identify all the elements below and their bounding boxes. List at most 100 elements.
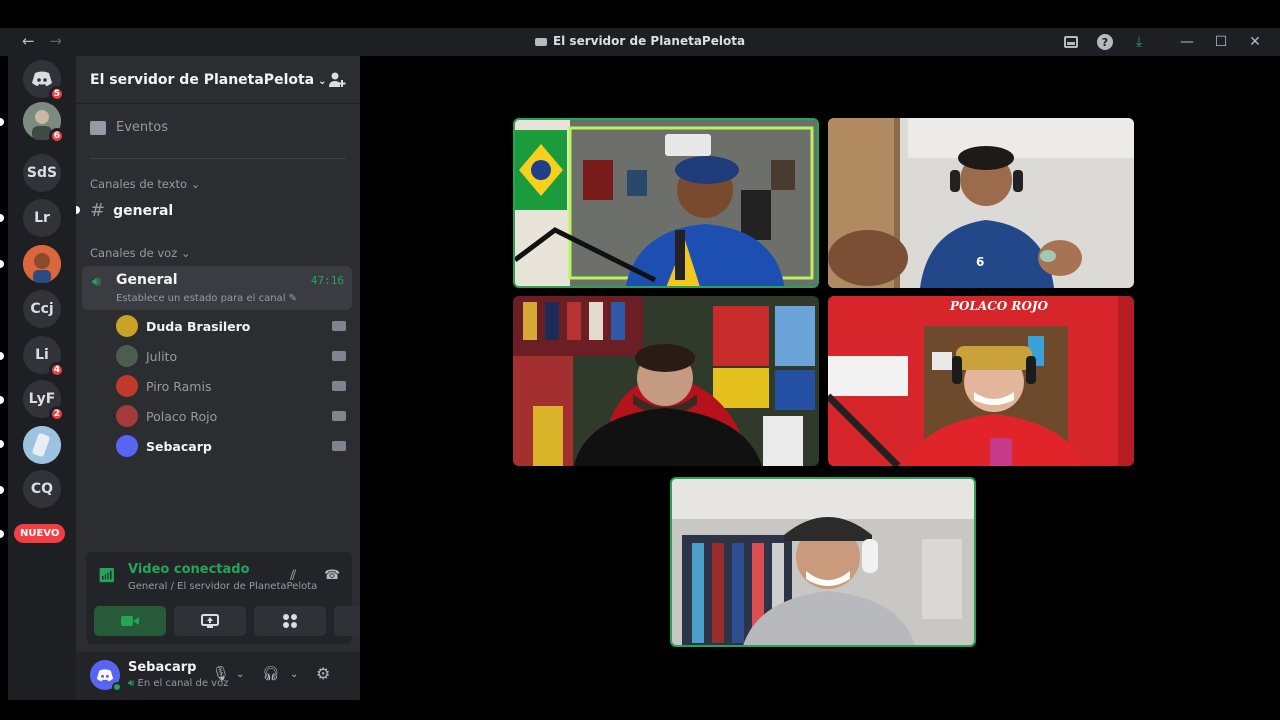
avatar [116, 375, 138, 397]
server-icon-cq[interactable]: CQ [23, 470, 61, 508]
member-name: Julito [146, 348, 178, 364]
unread-badge: 6 [48, 128, 65, 144]
video-tile-polaco-rojo[interactable]: POLACO ROJO [828, 296, 1134, 466]
svg-text:6: 6 [976, 255, 984, 269]
events-label: Eventos [116, 120, 168, 135]
video-feed [672, 479, 974, 645]
invite-people-icon[interactable] [328, 71, 346, 89]
voice-channel-general[interactable]: 🔊︎ General 47:16 Establece un estado par… [82, 266, 352, 310]
camera-icon [121, 616, 139, 626]
discord-logo-icon [96, 668, 114, 681]
channel-general-text[interactable]: # general [90, 200, 173, 221]
video-tile-piro-ramis[interactable] [513, 296, 819, 466]
connection-title[interactable]: Video conectado [128, 562, 250, 577]
camera-button[interactable] [94, 606, 166, 636]
member-name: Polaco Rojo [146, 408, 218, 424]
discord-logo-icon [32, 71, 52, 86]
calendar-icon [90, 120, 106, 135]
voice-channel-icon [534, 37, 547, 46]
headphones-button[interactable]: 🎧︎ [262, 666, 280, 682]
unread-pip [0, 214, 4, 222]
user-name[interactable]: Sebacarp [128, 660, 196, 675]
video-tile-duda-brasilero[interactable] [513, 118, 819, 288]
window-controls: ? ⤓ — ☐ ✕ [1054, 31, 1272, 53]
guild-header[interactable]: El servidor de PlanetaPelota ⌄ [76, 56, 360, 104]
member-name: Piro Ramis [146, 378, 212, 394]
server-icon-1[interactable]: 6 [23, 102, 65, 144]
video-stage: 6 POLACO ROJO [360, 56, 1280, 700]
unread-badge: 4 [48, 362, 65, 378]
download-button[interactable]: ⤓ [1122, 31, 1156, 53]
banner-label: POLACO ROJO [949, 299, 1049, 313]
unread-pip [0, 530, 4, 538]
user-panel: Sebacarp 🔊︎ En el canal de voz 🎙︎ ⌄ 🎧︎ ⌄… [76, 652, 360, 700]
hash-icon: # [90, 200, 106, 221]
screen-share-button[interactable] [174, 606, 246, 636]
chevron-down-icon: ⌄ [318, 75, 327, 87]
voice-member[interactable]: Julito [116, 343, 346, 369]
server-icon-9[interactable] [23, 426, 61, 464]
text-channels-category[interactable]: Canales de texto ⌄ [90, 177, 200, 191]
online-status-icon [112, 682, 122, 692]
activities-icon [283, 614, 297, 628]
member-name: Duda Brasilero [146, 318, 251, 334]
server-icon-ccj[interactable]: Ccj [23, 290, 61, 328]
window-title-text: El servidor de PlanetaPelota [552, 34, 746, 48]
settings-gear-icon[interactable]: ⚙︎ [316, 664, 330, 683]
screen-share-icon [201, 614, 219, 628]
channel-status[interactable]: Establece un estado para el canal ✎ [116, 293, 297, 304]
disconnect-icon[interactable]: ☎ [324, 568, 340, 583]
maximize-button[interactable]: ☐ [1204, 31, 1238, 53]
new-badge[interactable]: NUEVO [14, 524, 66, 543]
pencil-icon: ✎ [288, 293, 298, 304]
channel-status-text: Establece un estado para el canal [116, 293, 286, 304]
avatar [116, 345, 138, 367]
camera-icon [332, 411, 346, 421]
guild-name-text: El servidor de PlanetaPelota [90, 71, 315, 88]
server-avatar-icon [23, 426, 61, 464]
voice-member[interactable]: Polaco Rojo [116, 403, 346, 429]
unread-pip [0, 260, 4, 268]
signal-icon[interactable]: 📶︎ [98, 568, 116, 584]
unread-pip [0, 118, 4, 126]
minimize-button[interactable]: — [1170, 31, 1204, 53]
connection-subtitle[interactable]: General / El servidor de PlanetaPelota [128, 581, 317, 592]
video-tile-julito[interactable]: 6 [828, 118, 1134, 288]
member-name: Sebacarp [146, 438, 212, 454]
microphone-button[interactable]: 🎙︎ [212, 666, 230, 682]
help-button[interactable]: ? [1088, 31, 1122, 53]
unread-pip [0, 486, 4, 494]
video-feed [513, 296, 819, 466]
voice-timer: 47:16 [310, 274, 344, 287]
title-bar: ← → El servidor de PlanetaPelota ? ⤓ — ☐… [0, 28, 1280, 56]
server-icon-li[interactable]: Li 4 [23, 336, 65, 378]
video-tile-sebacarp[interactable] [670, 477, 976, 647]
server-label: Li [35, 347, 49, 363]
avatar [116, 435, 138, 457]
direct-messages-button[interactable]: 5 [23, 60, 65, 102]
chevron-down-icon: ⌄ [180, 246, 191, 260]
activities-button[interactable] [254, 606, 326, 636]
voice-connection-panel: 📶︎ Video conectado General / El servidor… [86, 552, 406, 644]
server-icon-sds[interactable]: SdS [23, 154, 61, 192]
voice-member[interactable]: Piro Ramis [116, 373, 346, 399]
unread-pip [0, 352, 4, 360]
inbox-button[interactable] [1054, 31, 1088, 53]
chevron-down-icon[interactable]: ⌄ [236, 669, 244, 680]
voice-channels-category[interactable]: Canales de voz ⌄ [90, 246, 191, 260]
unread-badge: 2 [48, 406, 65, 422]
noise-suppression-icon[interactable]: ⫽ [290, 568, 296, 584]
unread-pip [76, 206, 80, 214]
voice-member[interactable]: Sebacarp [116, 433, 346, 459]
close-button[interactable]: ✕ [1238, 31, 1272, 53]
voice-member[interactable]: Duda Brasilero [116, 313, 346, 339]
chevron-down-icon[interactable]: ⌄ [290, 669, 298, 680]
server-icon-lr[interactable]: Lr [23, 199, 61, 237]
unread-pip [0, 396, 4, 404]
events-row[interactable]: Eventos [90, 120, 168, 135]
divider [90, 158, 346, 159]
unread-pip [0, 440, 4, 448]
avatar [116, 315, 138, 337]
server-icon-lyf[interactable]: LyF 2 [23, 380, 65, 422]
server-icon-5[interactable] [23, 245, 61, 283]
